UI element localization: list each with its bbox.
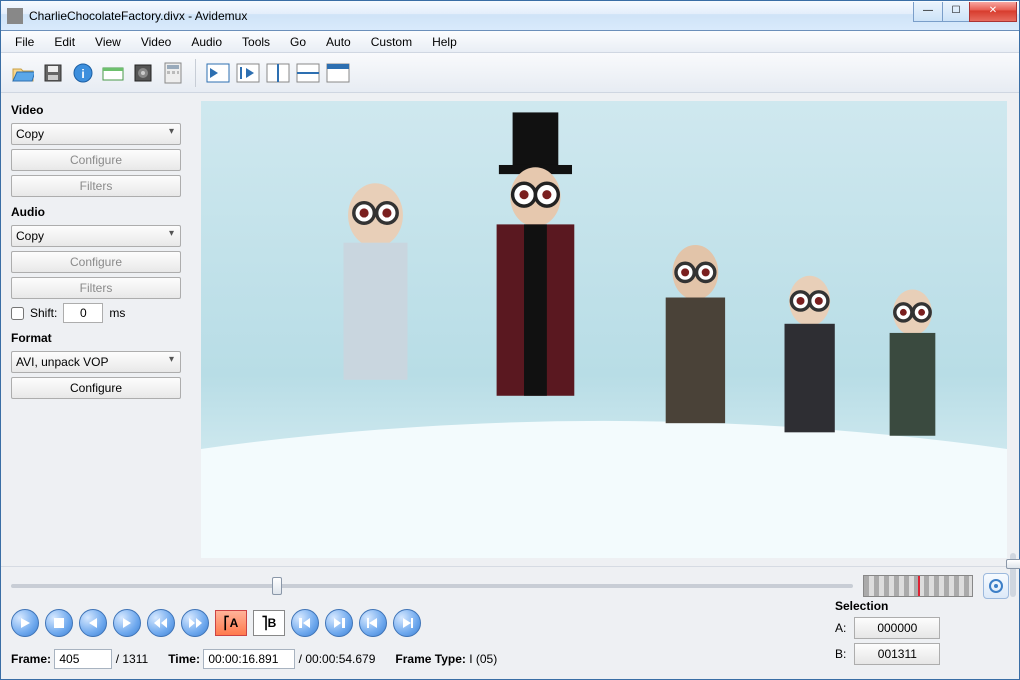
next-black-button[interactable] <box>325 609 353 637</box>
append-icon[interactable] <box>99 59 127 87</box>
menu-edit[interactable]: Edit <box>44 32 85 52</box>
volume-slider[interactable] <box>1010 553 1016 597</box>
menu-bar: File Edit View Video Audio Tools Go Auto… <box>1 31 1019 53</box>
open-icon[interactable] <box>9 59 37 87</box>
last-frame-button[interactable] <box>393 609 421 637</box>
format-container-select[interactable]: AVI, unpack VOP <box>11 351 181 373</box>
play-button[interactable] <box>11 609 39 637</box>
selection-a-label: A: <box>835 621 846 635</box>
menu-video[interactable]: Video <box>131 32 181 52</box>
jog-reset-button[interactable] <box>983 573 1009 599</box>
horizontal-view-icon[interactable] <box>294 59 322 87</box>
set-marker-b-button[interactable]: ⎤B <box>253 610 285 636</box>
audio-configure-button[interactable]: Configure <box>11 251 181 273</box>
window-view-icon[interactable] <box>324 59 352 87</box>
titlebar: CharlieChocolateFactory.divx - Avidemux … <box>1 1 1019 31</box>
format-section-label: Format <box>11 331 191 345</box>
video-configure-button[interactable]: Configure <box>11 149 181 171</box>
audio-filters-button[interactable]: Filters <box>11 277 181 299</box>
audio-shift-label: Shift: <box>30 306 57 320</box>
info-icon[interactable]: i <box>69 59 97 87</box>
selection-b-value[interactable]: 001311 <box>854 643 940 665</box>
selection-panel: Selection A: 000000 B: 001311 <box>835 599 1005 665</box>
menu-file[interactable]: File <box>5 32 44 52</box>
set-marker-a-button[interactable]: ⎡A <box>215 610 247 636</box>
bottom-panel: ⎡A ⎤B Frame: / 1311 Time: / 00:00:54.679… <box>1 566 1019 679</box>
menu-audio[interactable]: Audio <box>181 32 232 52</box>
toolbar-separator <box>195 59 196 87</box>
save-icon[interactable] <box>39 59 67 87</box>
video-codec-select[interactable]: Copy <box>11 123 181 145</box>
play-marker-icon[interactable] <box>204 59 232 87</box>
audio-shift-checkbox[interactable] <box>11 307 24 320</box>
first-frame-button[interactable] <box>359 609 387 637</box>
time-label: Time: <box>168 652 200 666</box>
timeline-scrubber[interactable] <box>11 573 853 599</box>
selection-b-label: B: <box>835 647 846 661</box>
prev-keyframe-button[interactable] <box>147 609 175 637</box>
video-filters-button[interactable]: Filters <box>11 175 181 197</box>
play-range-icon[interactable] <box>234 59 262 87</box>
window-title: CharlieChocolateFactory.divx - Avidemux <box>29 9 914 23</box>
calculator-icon[interactable] <box>159 59 187 87</box>
minimize-button[interactable]: — <box>913 2 943 22</box>
split-view-icon[interactable] <box>264 59 292 87</box>
menu-custom[interactable]: Custom <box>361 32 422 52</box>
frame-total: / 1311 <box>116 652 148 666</box>
stop-button[interactable] <box>45 609 73 637</box>
menu-help[interactable]: Help <box>422 32 467 52</box>
format-configure-button[interactable]: Configure <box>11 377 181 399</box>
maximize-button[interactable]: ☐ <box>942 2 970 22</box>
selection-label: Selection <box>835 599 1005 613</box>
close-button[interactable]: ✕ <box>969 2 1017 22</box>
audio-shift-value[interactable] <box>63 303 103 323</box>
save-video-icon[interactable] <box>129 59 157 87</box>
sidebar: Video Copy Configure Filters Audio Copy … <box>1 93 201 566</box>
frametype-label: Frame Type: <box>395 652 465 666</box>
frametype-value: I (05) <box>469 652 497 666</box>
menu-tools[interactable]: Tools <box>232 32 280 52</box>
menu-auto[interactable]: Auto <box>316 32 361 52</box>
next-keyframe-button[interactable] <box>181 609 209 637</box>
frame-input[interactable] <box>54 649 112 669</box>
menu-view[interactable]: View <box>85 32 131 52</box>
video-preview <box>201 101 1007 558</box>
time-total: / 00:00:54.679 <box>299 652 376 666</box>
audio-codec-select[interactable]: Copy <box>11 225 181 247</box>
audio-section-label: Audio <box>11 205 191 219</box>
svg-text:i: i <box>81 67 84 81</box>
jog-wheel[interactable] <box>863 575 973 597</box>
prev-frame-button[interactable] <box>79 609 107 637</box>
app-icon <box>7 8 23 24</box>
toolbar: i <box>1 53 1019 93</box>
selection-a-value[interactable]: 000000 <box>854 617 940 639</box>
menu-go[interactable]: Go <box>280 32 316 52</box>
video-section-label: Video <box>11 103 191 117</box>
audio-shift-unit: ms <box>109 306 125 320</box>
prev-black-button[interactable] <box>291 609 319 637</box>
next-frame-button[interactable] <box>113 609 141 637</box>
time-input[interactable] <box>203 649 295 669</box>
frame-label: Frame: <box>11 652 51 666</box>
